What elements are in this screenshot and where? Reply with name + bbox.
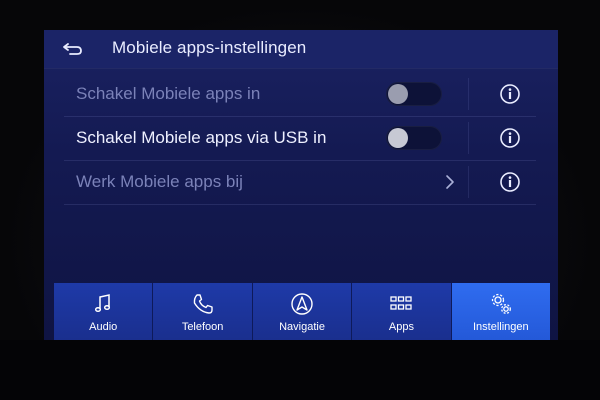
setting-row-mobile-apps[interactable]: Schakel Mobiele apps in (64, 72, 536, 117)
setting-label: Werk Mobiele apps bij (76, 172, 243, 191)
phone-icon (193, 294, 213, 314)
setting-label: Schakel Mobiele apps via USB in (76, 128, 327, 147)
setting-row-mobile-apps-usb[interactable]: Schakel Mobiele apps via USB in (64, 116, 536, 161)
info-icon[interactable] (498, 126, 522, 150)
nav-label: Navigatie (279, 321, 325, 333)
mobile-apps-toggle[interactable] (386, 82, 442, 106)
nav-tab-telefoon[interactable]: Telefoon (153, 283, 253, 340)
setting-label: Schakel Mobiele apps in (76, 84, 261, 103)
divider (468, 166, 469, 198)
toggle-knob (388, 128, 408, 148)
divider (468, 78, 469, 110)
info-icon[interactable] (498, 82, 522, 106)
header-bar: Mobiele apps-instellingen (44, 30, 558, 68)
nav-label: Instellingen (473, 321, 529, 333)
nav-label: Apps (388, 321, 414, 333)
navigation-icon (291, 293, 313, 315)
nav-tab-navigatie[interactable]: Navigatie (252, 283, 353, 340)
toggle-knob (388, 84, 408, 104)
page-title: Mobiele apps-instellingen (112, 38, 307, 57)
mobile-apps-usb-toggle[interactable] (386, 126, 442, 150)
nav-label: Telefoon (181, 321, 224, 333)
back-arrow-icon (63, 43, 82, 55)
dashboard-trim (0, 340, 600, 400)
nav-tab-instellingen[interactable]: Instellingen (451, 283, 551, 340)
settings-gears-icon (491, 293, 511, 314)
back-button[interactable] (60, 39, 86, 59)
infotainment-screen: Mobiele apps-instellingen Schakel Mobiel… (44, 30, 558, 340)
setting-row-update-mobile-apps[interactable]: Werk Mobiele apps bij (64, 160, 536, 205)
chevron-right-icon (446, 175, 454, 189)
nav-tab-audio[interactable]: Audio (54, 283, 154, 340)
info-icon[interactable] (498, 170, 522, 194)
nav-label: Audio (89, 321, 118, 333)
bottom-nav-bar: Audio Telefoon Navigatie Apps Instelling… (54, 283, 551, 340)
music-note-icon (95, 294, 111, 313)
nav-tab-apps[interactable]: Apps (352, 283, 452, 340)
divider (468, 122, 469, 154)
apps-grid-icon (390, 296, 413, 310)
